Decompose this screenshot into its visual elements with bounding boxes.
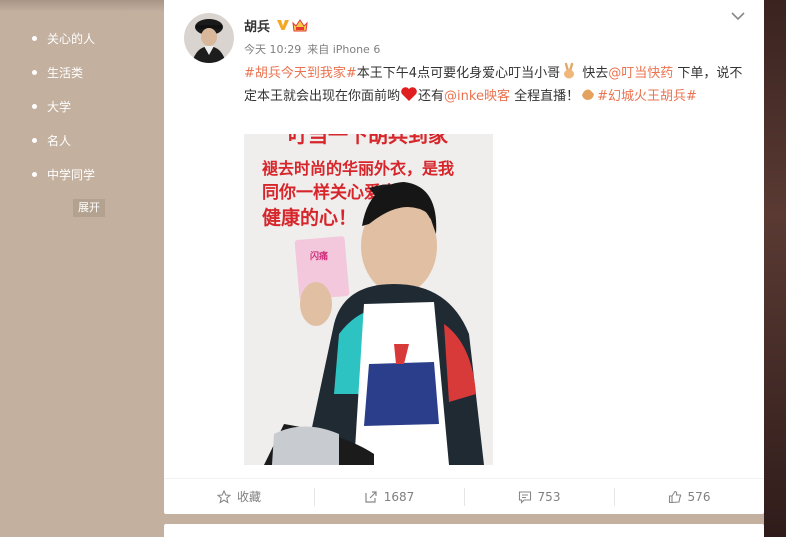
heart-icon [401, 87, 417, 101]
sidebar-item-celebrity[interactable]: 名人 [0, 130, 164, 164]
hashtag-link[interactable]: #胡兵今天到我家# [244, 66, 357, 81]
repost-button[interactable]: 1687 [314, 479, 464, 514]
username[interactable]: 胡兵 [244, 16, 270, 35]
crown-badge-icon[interactable] [291, 17, 309, 33]
repost-icon [365, 490, 377, 503]
sidebar-item-middle-school[interactable]: 中学同学 [0, 164, 164, 198]
poster-product: 闪痛 [310, 250, 328, 262]
like-count: 576 [687, 489, 711, 504]
post-source: 来自 iPhone 6 [307, 43, 381, 56]
comment-icon [518, 490, 531, 504]
post-meta: 今天 10:29 来自 iPhone 6 [244, 41, 386, 57]
post-image[interactable]: 叮当一下胡兵到家 褪去时尚的华丽外衣，是我 同你一样关心爱家人 健康的心！ 闪痛 [244, 134, 493, 465]
poster-line-1: 褪去时尚的华丽外衣，是我 [262, 159, 454, 178]
like-button[interactable]: 576 [614, 479, 764, 514]
left-sidebar: 关心的人 生活类 大学 名人 中学同学 展开 [0, 0, 164, 537]
chevron-down-icon[interactable] [730, 10, 746, 22]
group-list: 关心的人 生活类 大学 名人 中学同学 [0, 28, 164, 198]
sidebar-item-lifestyle[interactable]: 生活类 [0, 62, 164, 96]
post-time[interactable]: 今天 10:29 [244, 43, 301, 56]
repost-count: 1687 [383, 489, 415, 504]
background-photo-strip [764, 0, 786, 537]
sidebar-item-concerned[interactable]: 关心的人 [0, 28, 164, 62]
expand-button[interactable]: 展开 [73, 199, 105, 217]
favorite-label: 收藏 [236, 490, 261, 504]
sidebar-item-university[interactable]: 大学 [0, 96, 164, 130]
mention-link[interactable]: @叮当快药 [608, 66, 673, 81]
weibo-post-card: 胡兵 今天 10:29 来自 iPhone 6 #胡兵今天到我家#本王下午4点可要… [164, 0, 764, 514]
next-post-card [164, 524, 764, 537]
post-text-segment: 快去 [578, 66, 609, 81]
star-icon [216, 489, 231, 504]
post-text-segment: 全程直播！ [509, 89, 580, 104]
clapping-hands-icon [582, 89, 595, 100]
comment-button[interactable]: 753 [464, 479, 614, 514]
mention-link[interactable]: @inke映客 [444, 89, 510, 104]
verified-v-icon [277, 20, 289, 30]
poster-headline: 叮当一下胡兵到家 [288, 134, 449, 147]
avatar[interactable] [184, 13, 234, 63]
poster-line-3: 健康的心！ [262, 206, 357, 229]
favorite-button[interactable]: 收藏 [164, 479, 314, 514]
post-text-segment: 本王下午4点可要化身爱心叮当小哥 [356, 66, 561, 81]
victory-hand-icon [564, 62, 575, 79]
post-text-segment: 还有 [418, 89, 445, 104]
hashtag-link[interactable]: #幻城火王胡兵# [597, 89, 697, 104]
thumbs-up-icon [668, 490, 681, 503]
post-text: #胡兵今天到我家#本王下午4点可要化身爱心叮当小哥 快去@叮当快药 下单，说不定… [244, 62, 744, 108]
comment-count: 753 [537, 489, 561, 504]
post-action-bar: 收藏 1687 753 576 [164, 478, 764, 514]
